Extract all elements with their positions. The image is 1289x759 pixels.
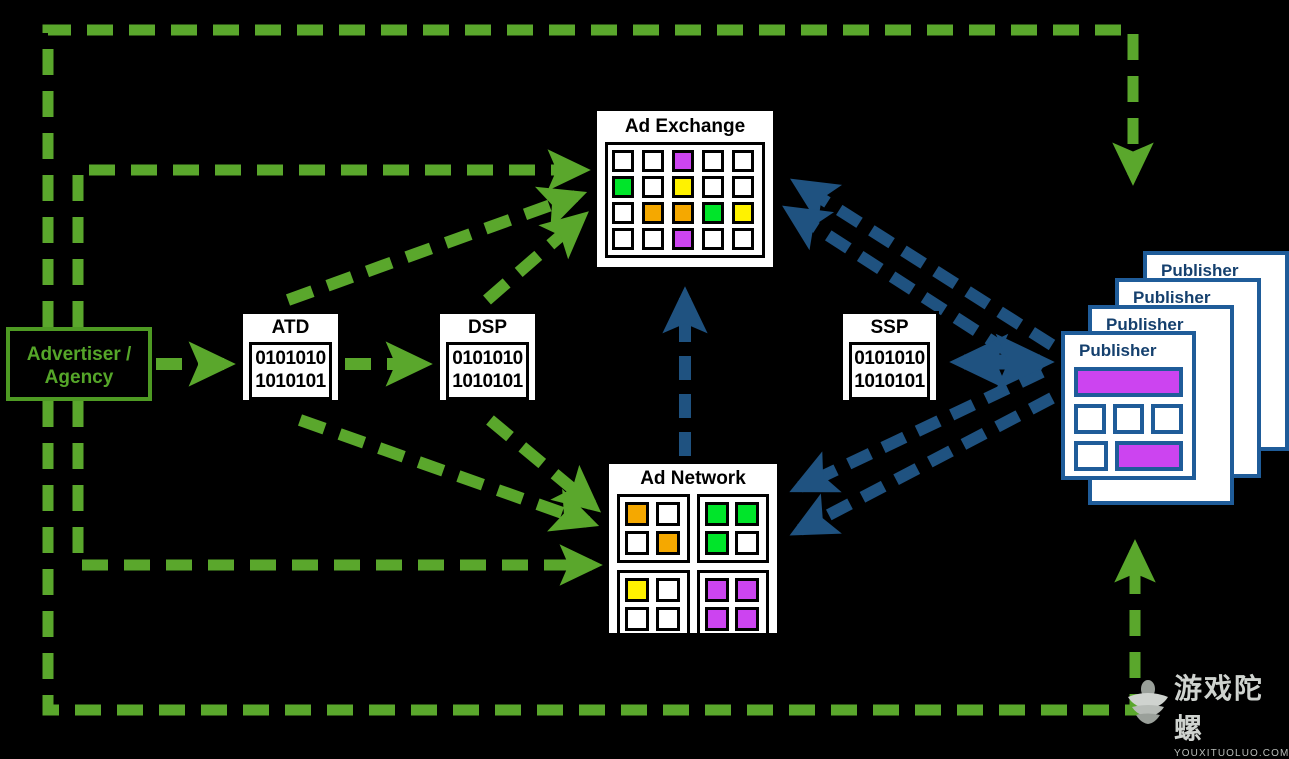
atd-title: ATD [271,317,310,338]
ad-network-node[interactable]: Ad Network [606,461,780,639]
atd-binary-line-2: 1010101 [255,371,326,392]
ad-network-cell [655,607,680,631]
ad-network-cell [625,607,649,631]
atd-binary-panel: 0101010 1010101 [249,342,332,400]
ad-network-subgrid [617,494,690,563]
ad-exchange-cell [672,150,694,172]
watermark: 游戏陀螺 YOUXITUOLUO.COM [1122,663,1288,759]
ad-network-cell [655,578,680,602]
ad-exchange-cell [642,202,664,224]
ad-exchange-cell [612,228,634,250]
ad-exchange-title: Ad Exchange [624,116,746,137]
ad-exchange-cell [732,202,754,224]
advertiser-agency-node[interactable]: Advertiser / Agency [6,327,152,401]
ad-network-inventory-groups [617,494,769,639]
ad-network-cell [704,607,729,631]
publisher-slot-2 [1112,404,1145,434]
ssp-title: SSP [870,317,909,338]
ad-exchange-cell [642,228,664,250]
advertiser-direct-to-ad-exchange [72,149,591,327]
ssp-binary-panel: 0101010 1010101 [849,342,930,400]
dsp-to-ad-exchange [483,211,589,305]
publisher-body-1 [1065,361,1192,480]
ad-network-cell [625,502,649,526]
ad-exchange-cell [702,176,724,198]
ad-exchange-cell [642,150,664,172]
ad-exchange-cell [672,228,694,250]
ssp-binary-line-2: 1010101 [854,371,925,392]
publisher-ad-row-2 [1074,441,1183,471]
ad-exchange-cell [642,176,664,198]
ad-network-cell [704,578,729,602]
publisher-card-front[interactable]: Publisher [1061,331,1196,480]
publisher-slot-3 [1151,404,1184,434]
atd-to-ad-network [297,414,600,532]
publisher-ad-row-1 [1074,404,1184,434]
advertiser-top-loop [42,24,1154,327]
ad-network-title: Ad Network [640,468,746,489]
ad-exchange-cell [672,202,694,224]
dsp-binary-line-2: 1010101 [452,371,523,392]
ad-exchange-cell [702,228,724,250]
ad-exchange-cell [732,176,754,198]
ad-exchange-cell [612,150,634,172]
ssp-binary-line-1: 0101010 [854,348,925,369]
ad-network-cell [704,502,729,526]
publisher-slot-4 [1074,441,1108,471]
publisher-title-1: Publisher [1079,341,1157,360]
watermark-domain-text: YOUXITUOLUO.COM [1174,748,1289,759]
ad-exchange-cell [612,176,634,198]
ad-exchange-cell [612,202,634,224]
atd-binary-line-1: 0101010 [255,348,326,369]
ad-network-cell [704,531,729,555]
ad-network-subgrid [617,570,690,639]
dsp-binary-panel: 0101010 1010101 [446,342,529,400]
publisher-slot-1 [1074,404,1106,434]
publisher-slot-5 [1115,441,1183,471]
ad-network-subgrid [696,494,769,563]
advertiser-label: Advertiser / Agency [26,344,132,388]
ad-exchange-node[interactable]: Ad Exchange [594,108,776,270]
ad-network-cell [655,502,680,526]
dsp-binary-line-1: 0101010 [452,348,523,369]
publisher-to-ad-network-lower [789,392,1055,536]
ad-network-cell [655,531,680,555]
advertiser-bottom-loop [42,401,1156,716]
ad-network-cell [735,502,760,526]
ad-network-cell [625,531,649,555]
ad-network-cell [735,578,760,602]
ad-exchange-cell [672,176,694,198]
ad-exchange-cell [702,150,724,172]
atd-node[interactable]: ATD 0101010 1010101 [240,311,341,403]
ad-network-cell [735,531,760,555]
dsp-node[interactable]: DSP 0101010 1010101 [437,311,538,403]
ad-exchange-cell [732,228,754,250]
watermark-chinese-text: 游戏陀螺 [1174,672,1265,745]
diagram-canvas: Advertiser / Agency ATD 0101010 1010101 … [0,0,1289,759]
ad-exchange-inventory-grid [605,142,765,258]
ad-network-cell [625,578,649,602]
ad-exchange-cell [702,202,724,224]
publisher-banner-ad [1074,367,1183,397]
ssp-node[interactable]: SSP 0101010 1010101 [840,311,939,403]
ad-network-subgrid [696,570,769,639]
dsp-title: DSP [467,317,508,338]
ad-network-cell [735,607,760,631]
advertiser-direct-to-ad-network [72,401,603,586]
atd-to-ad-exchange [285,186,588,306]
ad-exchange-cell [732,150,754,172]
